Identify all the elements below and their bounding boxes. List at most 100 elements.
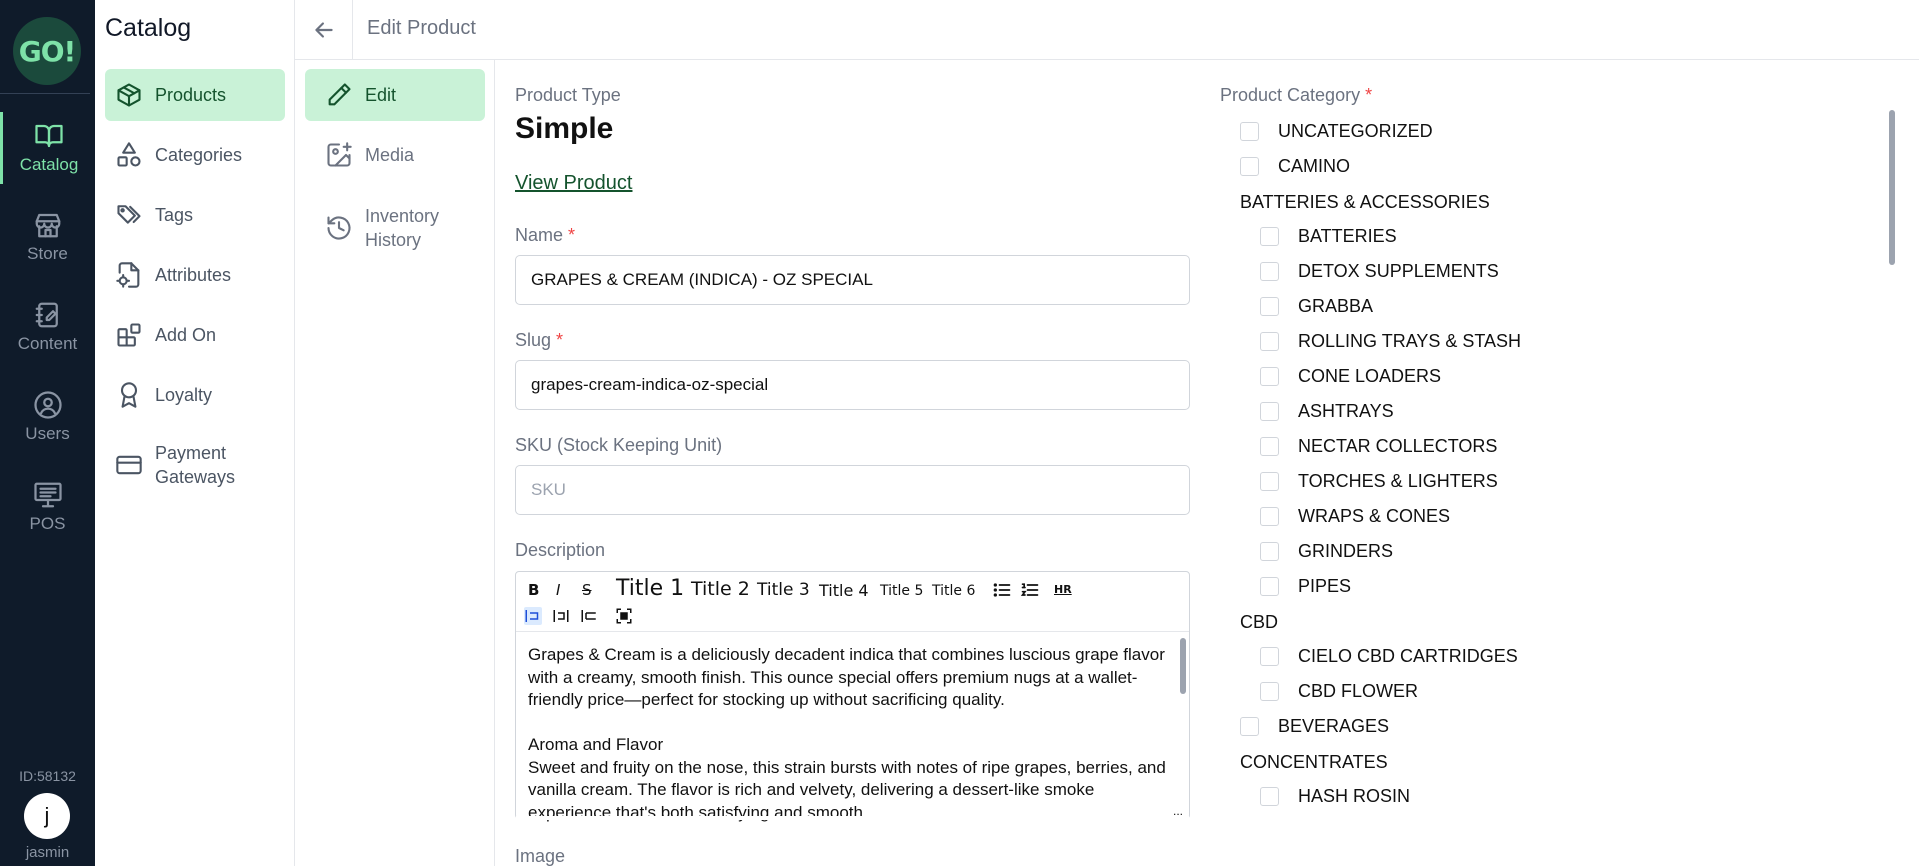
category-checkbox-row[interactable]: BEVERAGES [1240, 716, 1389, 737]
sidebar-title: Catalog [105, 14, 192, 42]
editor-scrollbar[interactable] [1180, 638, 1186, 694]
back-button[interactable] [295, 0, 353, 60]
page-title: Edit Product [367, 17, 476, 39]
main-nav-rail: GO! Catalog Store Content Users POS ID:5… [0, 0, 95, 866]
horizontal-rule-button[interactable]: HR [1054, 583, 1072, 596]
category-checkbox-row[interactable]: WRAPS & CONES [1260, 506, 1450, 527]
rail-item-pos[interactable]: POS [0, 471, 95, 543]
checkbox[interactable] [1260, 577, 1279, 596]
rail-item-content[interactable]: Content [0, 291, 95, 363]
username: jasmin [25, 844, 70, 861]
sku-input[interactable]: SKU [515, 465, 1190, 515]
align-center-icon[interactable] [552, 607, 570, 625]
title6-button[interactable]: Title 6 [932, 583, 975, 599]
category-checkbox-row[interactable]: ASHTRAYS [1260, 401, 1394, 422]
tab-media[interactable]: Media [305, 129, 485, 181]
category-checkbox-row[interactable]: CIELO CBD CARTRIDGES [1260, 646, 1518, 667]
checkbox[interactable] [1260, 367, 1279, 386]
category-checkbox-row[interactable]: NECTAR COLLECTORS [1260, 436, 1497, 457]
checkbox[interactable] [1260, 542, 1279, 561]
slug-input[interactable]: grapes-cream-indica-oz-special [515, 360, 1190, 410]
checkbox[interactable] [1240, 717, 1259, 736]
category-checkbox-row[interactable]: GRINDERS [1260, 541, 1393, 562]
align-right-icon[interactable] [580, 607, 598, 625]
category-checkbox-row[interactable]: CONE LOADERS [1260, 366, 1441, 387]
category-checkbox-row[interactable]: CAMINO [1240, 156, 1350, 177]
category-checkbox-row[interactable]: ROLLING TRAYS & STASH [1260, 331, 1521, 352]
checkbox[interactable] [1260, 297, 1279, 316]
sidebar-item-label: Payment Gateways [155, 443, 236, 487]
history-icon [327, 216, 351, 240]
sidebar-item-tags[interactable]: Tags [105, 189, 285, 241]
category-checkbox-row[interactable]: DETOX SUPPLEMENTS [1260, 261, 1499, 282]
category-checkbox-row[interactable]: UNCATEGORIZED [1240, 121, 1433, 142]
rail-item-store[interactable]: Store [0, 201, 95, 273]
checkbox[interactable] [1260, 682, 1279, 701]
title1-button[interactable]: Title 1 [616, 576, 684, 601]
category-panel: Product Category * UNCATEGORIZED CAMINO BA… [1220, 60, 1900, 866]
title5-button[interactable]: Title 5 [880, 583, 923, 599]
description-paragraph: Aroma and Flavor [528, 735, 664, 754]
avatar[interactable]: j [24, 793, 70, 839]
page-scrollbar[interactable] [1889, 110, 1895, 265]
category-label: GRINDERS [1298, 541, 1394, 561]
bullet-list-icon[interactable] [992, 580, 1012, 600]
bold-button[interactable]: B [528, 581, 539, 599]
sidebar-item-label: Attributes [155, 265, 232, 285]
checkbox[interactable] [1260, 647, 1279, 666]
rail-item-users[interactable]: Users [0, 381, 95, 453]
tab-edit[interactable]: Edit [305, 69, 485, 121]
description-label: Description [515, 540, 606, 560]
checkbox[interactable] [1260, 262, 1279, 281]
sidebar-item-label: Categories [155, 145, 243, 165]
sidebar-item-add-on[interactable]: Add On [105, 309, 285, 361]
view-product-link[interactable]: View Product [515, 172, 632, 195]
italic-button[interactable]: I [556, 581, 560, 599]
checkbox[interactable] [1260, 437, 1279, 456]
sidebar-item-products[interactable]: Products [105, 69, 285, 121]
numbered-list-icon[interactable] [1020, 580, 1040, 600]
align-left-icon[interactable] [524, 607, 542, 625]
category-label: GRABBA [1298, 296, 1374, 316]
title3-button[interactable]: Title 3 [757, 580, 810, 600]
sidebar-item-loyalty[interactable]: Loyalty [105, 369, 285, 421]
book-open-icon [35, 124, 63, 148]
slug-label-text: Slug [515, 330, 552, 350]
checkbox[interactable] [1260, 507, 1279, 526]
sidebar-item-payment-gateways[interactable]: Payment Gateways [105, 434, 285, 496]
checkbox[interactable] [1260, 787, 1279, 806]
title2-button[interactable]: Title 2 [691, 578, 750, 600]
resize-handle-icon[interactable]: ... [1173, 804, 1183, 818]
shapes-icon [117, 142, 141, 167]
sidebar-item-label: Loyalty [155, 385, 213, 405]
box-icon [117, 83, 141, 107]
fullscreen-icon[interactable] [615, 607, 633, 625]
name-input[interactable]: GRAPES & CREAM (INDICA) - OZ SPECIAL [515, 255, 1190, 305]
checkbox[interactable] [1240, 157, 1259, 176]
rail-item-catalog[interactable]: Catalog [0, 112, 95, 184]
checkbox[interactable] [1260, 472, 1279, 491]
sidebar-item-label: Products [155, 85, 227, 105]
checkbox[interactable] [1240, 122, 1259, 141]
tags-icon [117, 205, 141, 224]
user-circle-icon [33, 391, 62, 419]
sidebar-item-categories[interactable]: Categories [105, 129, 285, 181]
required-mark: * [1365, 85, 1373, 105]
category-checkbox-row[interactable]: CBD FLOWER [1260, 681, 1418, 702]
category-checkbox-row[interactable]: HASH ROSIN [1260, 786, 1410, 807]
checkbox[interactable] [1260, 402, 1279, 421]
checkbox[interactable] [1260, 227, 1279, 246]
description-text[interactable]: Grapes & Cream is a deliciously decadent… [528, 644, 1168, 824]
brand-logo[interactable]: GO! [13, 17, 81, 85]
category-checkbox-row[interactable]: PIPES [1260, 576, 1351, 597]
store-icon [35, 213, 60, 238]
category-checkbox-row[interactable]: TORCHES & LIGHTERS [1260, 471, 1498, 492]
category-checkbox-row[interactable]: BATTERIES [1260, 226, 1397, 247]
strikethrough-button[interactable]: S [582, 581, 592, 599]
category-checkbox-row[interactable]: GRABBA [1260, 296, 1373, 317]
tab-inventory-history[interactable]: Inventory History [305, 197, 485, 259]
title4-button[interactable]: Title 4 [819, 581, 869, 600]
sidebar-item-attributes[interactable]: Attributes [105, 249, 285, 301]
rail-divider [0, 93, 90, 94]
checkbox[interactable] [1260, 332, 1279, 351]
